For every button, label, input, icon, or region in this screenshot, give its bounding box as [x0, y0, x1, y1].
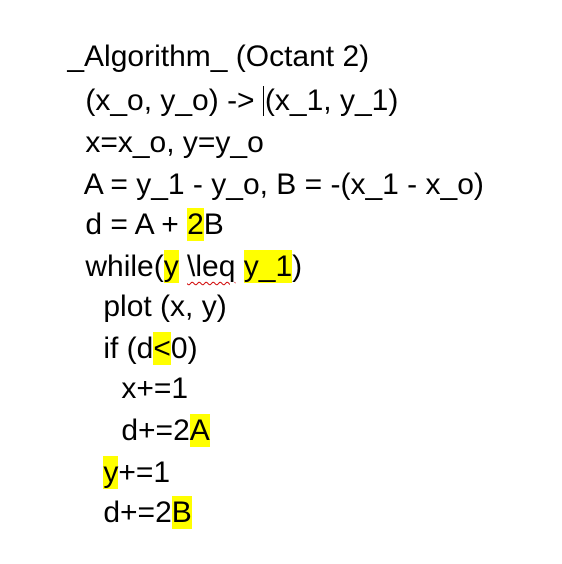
highlight-y1: y_1	[243, 250, 293, 283]
line-1-part-2: (x_1, y_1)	[264, 84, 399, 117]
algorithm-document: _Algorithm_ (Octant 2) (x_o, y_o) -> (x_…	[0, 0, 562, 556]
highlight-a: A	[189, 414, 210, 447]
line-5-space-2	[235, 250, 243, 283]
highlight-b: B	[171, 496, 192, 529]
line-d-plus-2b: d+=2B	[70, 462, 192, 564]
line-5-part-2: )	[292, 250, 303, 283]
line-11-part-1: d+=2	[103, 496, 172, 529]
